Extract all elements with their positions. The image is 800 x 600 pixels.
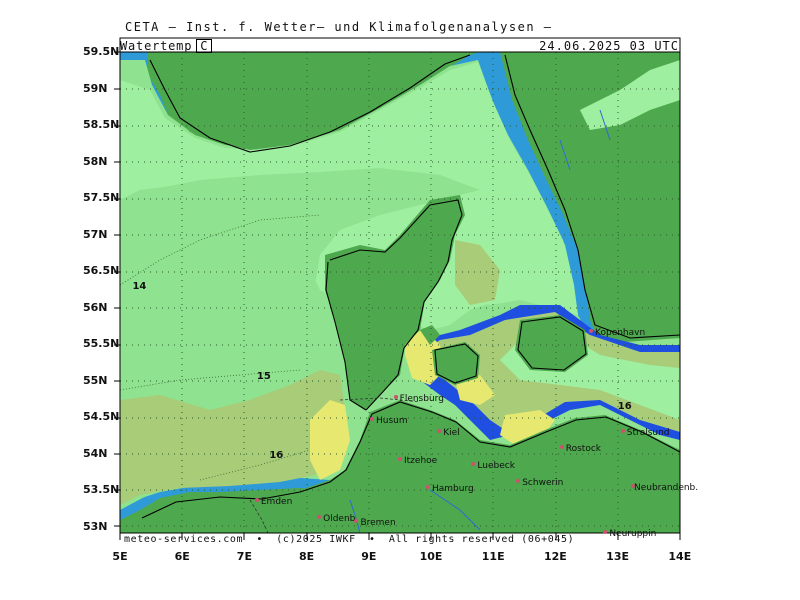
city-marker — [437, 428, 442, 433]
isotherm-label: 14 — [132, 281, 147, 293]
lat-label: 54.5N — [83, 410, 120, 423]
city-label: Itzehoe — [404, 456, 438, 467]
footer-copyright: meteo-services.com • (c)2025 IWKF • All … — [124, 534, 575, 545]
lat-label: 57.5N — [83, 191, 120, 204]
variable-label: Watertemp C — [120, 39, 213, 53]
lon-label: 13E — [606, 550, 630, 563]
city-marker — [370, 416, 374, 421]
lon-label: 12E — [543, 550, 567, 563]
water-temperature-map — [114, 37, 681, 540]
lon-label: 9E — [361, 550, 377, 563]
city-marker — [317, 514, 322, 519]
city-label: Oldenb. — [323, 513, 359, 524]
lat-label: 59.5N — [83, 45, 120, 58]
lat-label: 53N — [83, 519, 108, 533]
lat-label: 58N — [83, 154, 108, 168]
city-marker — [393, 395, 398, 400]
city-label: Kopenhavn — [595, 328, 646, 339]
lat-label: 55.5N — [83, 337, 120, 350]
unit-box: C — [196, 39, 213, 53]
lon-label: 6E — [174, 550, 190, 563]
city-label: Stralsund — [626, 428, 670, 439]
header-title: CETA — Inst. f. Wetter— und Klimafolgena… — [125, 20, 553, 34]
city-label: Luebeck — [477, 460, 515, 471]
city-label: Rostock — [565, 444, 602, 455]
city-label: Emden — [260, 497, 293, 508]
lon-label: 8E — [299, 550, 315, 563]
city-label: Bremen — [360, 518, 396, 529]
city-label: Hamburg — [432, 483, 474, 494]
lon-label: 7E — [236, 550, 252, 563]
lat-label: 58.5N — [83, 118, 120, 131]
datetime-label: 24.06.2025 03 UTC — [539, 39, 679, 53]
isotherm-label: 16 — [269, 449, 284, 461]
lon-label: 5E — [112, 550, 128, 563]
variable-name: Watertemp — [120, 39, 193, 53]
lat-label: 56.5N — [83, 264, 120, 277]
lat-label: 54N — [83, 446, 108, 460]
lat-label: 56N — [83, 300, 108, 314]
lat-label: 57N — [83, 227, 108, 241]
city-label: Kiel — [443, 427, 460, 438]
city-marker — [254, 498, 259, 503]
lat-label: 55N — [83, 373, 108, 387]
city-label: Husum — [376, 415, 408, 426]
lon-label: 10E — [419, 550, 443, 563]
city-label: Neuruppin — [609, 529, 657, 540]
isotherm-label: 16 — [617, 400, 632, 412]
lat-label: 59N — [83, 81, 108, 95]
isotherm-label: 15 — [256, 371, 271, 383]
city-label: Neubrandenb. — [634, 483, 699, 494]
city-marker — [426, 484, 430, 489]
lon-label: 11E — [481, 550, 505, 563]
city-label: Flensburg — [399, 394, 444, 405]
lon-label: 14E — [668, 550, 692, 563]
lat-label: 53.5N — [83, 483, 120, 496]
city-label: Schwerin — [522, 478, 564, 489]
